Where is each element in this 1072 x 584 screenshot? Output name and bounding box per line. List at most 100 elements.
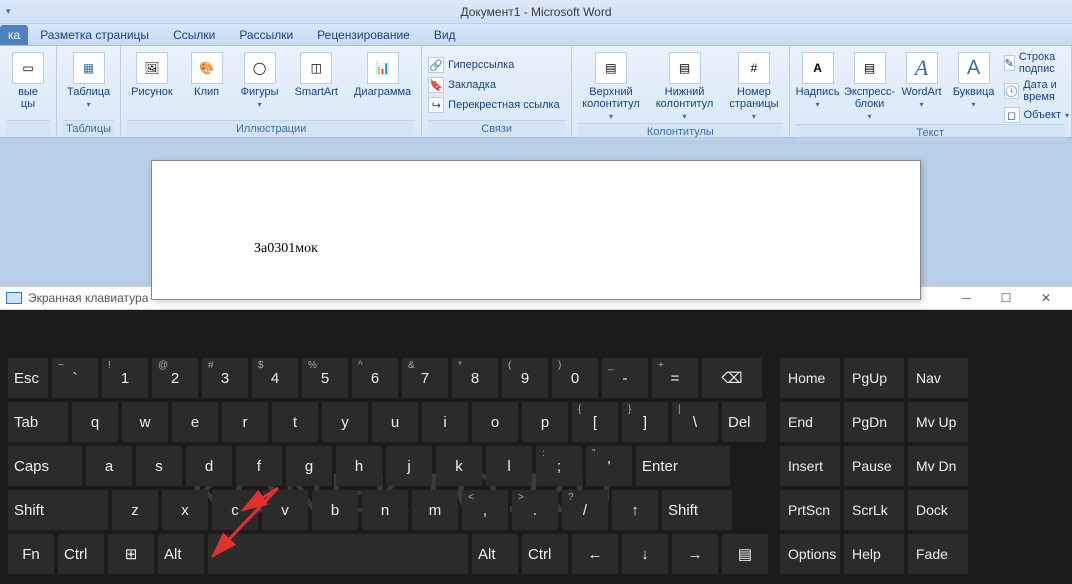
key-[interactable]: |\ bbox=[672, 402, 718, 442]
btn-dropcap[interactable]: AБуквица▾ bbox=[952, 50, 996, 111]
key-[interactable]: }] bbox=[622, 402, 668, 442]
key-e[interactable]: e bbox=[172, 402, 218, 442]
key-caps[interactable]: Caps bbox=[8, 446, 82, 486]
key-c[interactable]: c bbox=[212, 490, 258, 530]
minimize-button[interactable]: ─ bbox=[946, 286, 986, 310]
btn-shapes[interactable]: ◯Фигуры▾ bbox=[237, 50, 283, 111]
tab-review[interactable]: Рецензирование bbox=[305, 25, 422, 45]
key-a[interactable]: a bbox=[86, 446, 132, 486]
key-w[interactable]: w bbox=[122, 402, 168, 442]
btn-crossref[interactable]: ↪Перекрестная ссылка bbox=[428, 96, 560, 114]
key-prtscn[interactable]: PrtScn bbox=[780, 490, 840, 530]
key-r[interactable]: r bbox=[222, 402, 268, 442]
key-mvup[interactable]: Mv Up bbox=[908, 402, 968, 442]
btn-bookmark[interactable]: 🔖Закладка bbox=[428, 76, 496, 94]
tab-page-layout[interactable]: Разметка страницы bbox=[28, 25, 161, 45]
btn-picture[interactable]: 🖼Рисунок bbox=[127, 50, 177, 100]
key-insert[interactable]: Insert bbox=[780, 446, 840, 486]
key-dock[interactable]: Dock bbox=[908, 490, 968, 530]
key-end[interactable]: End bbox=[780, 402, 840, 442]
key-[interactable]: <, bbox=[462, 490, 508, 530]
key-9[interactable]: (9 bbox=[502, 358, 548, 398]
key-alt[interactable]: Alt bbox=[472, 534, 518, 574]
key-6[interactable]: ^6 bbox=[352, 358, 398, 398]
key-[interactable]: += bbox=[652, 358, 698, 398]
key-[interactable]: ↑ bbox=[612, 490, 658, 530]
key-[interactable]: ?/ bbox=[562, 490, 608, 530]
key-pause[interactable]: Pause bbox=[844, 446, 904, 486]
btn-pagenum[interactable]: #Номер страницы▾ bbox=[725, 50, 782, 123]
tab-view[interactable]: Вид bbox=[422, 25, 468, 45]
key-7[interactable]: &7 bbox=[402, 358, 448, 398]
key-p[interactable]: p bbox=[522, 402, 568, 442]
btn-quickparts[interactable]: ▤Экспресс-блоки▾ bbox=[848, 50, 892, 123]
btn-hyperlink[interactable]: 🔗Гиперссылка bbox=[428, 56, 514, 74]
key-space[interactable] bbox=[208, 534, 468, 574]
tab-references[interactable]: Ссылки bbox=[161, 25, 227, 45]
key-8[interactable]: *8 bbox=[452, 358, 498, 398]
key-enter[interactable]: Enter bbox=[636, 446, 730, 486]
key-alt[interactable]: Alt bbox=[158, 534, 204, 574]
tab-partial[interactable]: ка bbox=[0, 25, 28, 45]
key-tab[interactable]: Tab bbox=[8, 402, 68, 442]
key-3[interactable]: #3 bbox=[202, 358, 248, 398]
key-g[interactable]: g bbox=[286, 446, 332, 486]
key-o[interactable]: o bbox=[472, 402, 518, 442]
document-page[interactable]: За0301мок bbox=[151, 160, 921, 300]
btn-signature[interactable]: ✎Строка подпис bbox=[1004, 50, 1069, 76]
key-f[interactable]: f bbox=[236, 446, 282, 486]
quick-access-dropdown-icon[interactable]: ▾ bbox=[6, 6, 11, 17]
key-del[interactable]: Del bbox=[722, 402, 766, 442]
btn-partial[interactable]: ▭вые цы bbox=[6, 50, 50, 112]
key-[interactable]: ~` bbox=[52, 358, 98, 398]
key-[interactable]: → bbox=[672, 534, 718, 574]
btn-smartart[interactable]: ◫SmartArt bbox=[291, 50, 342, 100]
key-b[interactable]: b bbox=[312, 490, 358, 530]
key-fn[interactable]: Fn bbox=[8, 534, 54, 574]
close-button[interactable]: ✕ bbox=[1026, 286, 1066, 310]
key-ctrl[interactable]: Ctrl bbox=[58, 534, 104, 574]
key-j[interactable]: j bbox=[386, 446, 432, 486]
key-2[interactable]: @2 bbox=[152, 358, 198, 398]
key-z[interactable]: z bbox=[112, 490, 158, 530]
key-y[interactable]: y bbox=[322, 402, 368, 442]
key-[interactable]: ⌫ bbox=[702, 358, 762, 398]
key-q[interactable]: q bbox=[72, 402, 118, 442]
key-shift[interactable]: Shift bbox=[662, 490, 732, 530]
key-n[interactable]: n bbox=[362, 490, 408, 530]
key-t[interactable]: t bbox=[272, 402, 318, 442]
key-l[interactable]: l bbox=[486, 446, 532, 486]
tab-mailings[interactable]: Рассылки bbox=[227, 25, 305, 45]
btn-object[interactable]: ◻Объект▾ bbox=[1004, 106, 1069, 124]
key-[interactable]: "' bbox=[586, 446, 632, 486]
btn-clip[interactable]: 🎨Клип bbox=[185, 50, 229, 100]
key-[interactable]: >. bbox=[512, 490, 558, 530]
key-0[interactable]: )0 bbox=[552, 358, 598, 398]
key-d[interactable]: d bbox=[186, 446, 232, 486]
key-home[interactable]: Home bbox=[780, 358, 840, 398]
key-s[interactable]: s bbox=[136, 446, 182, 486]
key-[interactable]: ↓ bbox=[622, 534, 668, 574]
btn-table[interactable]: ▦Таблица▾ bbox=[63, 50, 114, 111]
key-options[interactable]: Options bbox=[780, 534, 840, 574]
key-ctrl[interactable]: Ctrl bbox=[522, 534, 568, 574]
key-fade[interactable]: Fade bbox=[908, 534, 968, 574]
btn-wordart[interactable]: AWordArt▾ bbox=[900, 50, 944, 111]
key-scrlk[interactable]: ScrLk bbox=[844, 490, 904, 530]
key-v[interactable]: v bbox=[262, 490, 308, 530]
btn-datetime[interactable]: 🕓Дата и время bbox=[1004, 78, 1069, 104]
btn-header[interactable]: ▤Верхний колонтитул▾ bbox=[578, 50, 644, 123]
key-u[interactable]: u bbox=[372, 402, 418, 442]
key-shift[interactable]: Shift bbox=[8, 490, 108, 530]
maximize-button[interactable]: ☐ bbox=[986, 286, 1026, 310]
key-m[interactable]: m bbox=[412, 490, 458, 530]
key-pgup[interactable]: PgUp bbox=[844, 358, 904, 398]
key-pgdn[interactable]: PgDn bbox=[844, 402, 904, 442]
key-[interactable]: :; bbox=[536, 446, 582, 486]
key-[interactable]: ⊞ bbox=[108, 534, 154, 574]
key-k[interactable]: k bbox=[436, 446, 482, 486]
key-mvdn[interactable]: Mv Dn bbox=[908, 446, 968, 486]
key-x[interactable]: x bbox=[162, 490, 208, 530]
key-esc[interactable]: Esc bbox=[8, 358, 48, 398]
key-[interactable]: {[ bbox=[572, 402, 618, 442]
